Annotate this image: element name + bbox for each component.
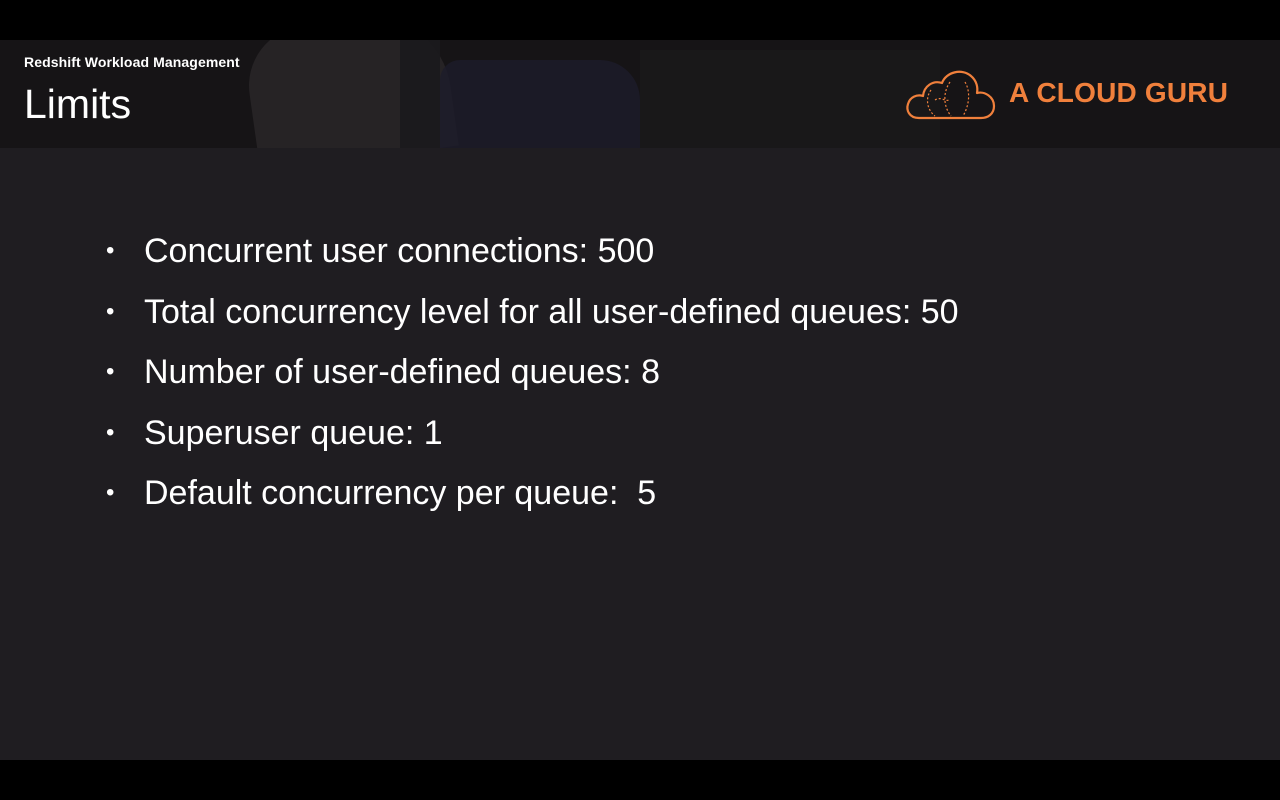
brand-logo: A CLOUD GURU [905,66,1245,122]
letterbox-top [0,0,1280,40]
bullet-marker: • [106,358,115,385]
slide-header: Redshift Workload Management Limits A CL… [0,40,1280,148]
cloud-logo-icon [906,70,996,120]
bullet-text: Number of user-defined queues: 8 [144,353,660,391]
bullet-marker: • [106,418,115,446]
header-backdrop-shape [400,40,440,148]
bullet-text: Default concurrency per queue: 5 [144,474,657,512]
header-backdrop-shape [440,60,640,148]
bullet-text: Concurrent user connections: 500 [144,232,655,270]
header-backdrop-shape [640,50,940,148]
slide-subtitle: Redshift Workload Management [24,54,240,70]
bullet-text: Total concurrency level for all user-def… [144,292,959,331]
bullet-marker: • [106,237,115,264]
brand-logo-text: A CLOUD GURU [1009,77,1229,108]
bullet-marker: • [106,479,115,506]
slide-title: Limits [24,81,132,127]
letterbox-bottom [0,760,1280,800]
slide: Redshift Workload Management Limits A CL… [0,40,1280,760]
bullet-marker: • [106,297,115,325]
bullet-text: Superuser queue: 1 [144,413,443,452]
